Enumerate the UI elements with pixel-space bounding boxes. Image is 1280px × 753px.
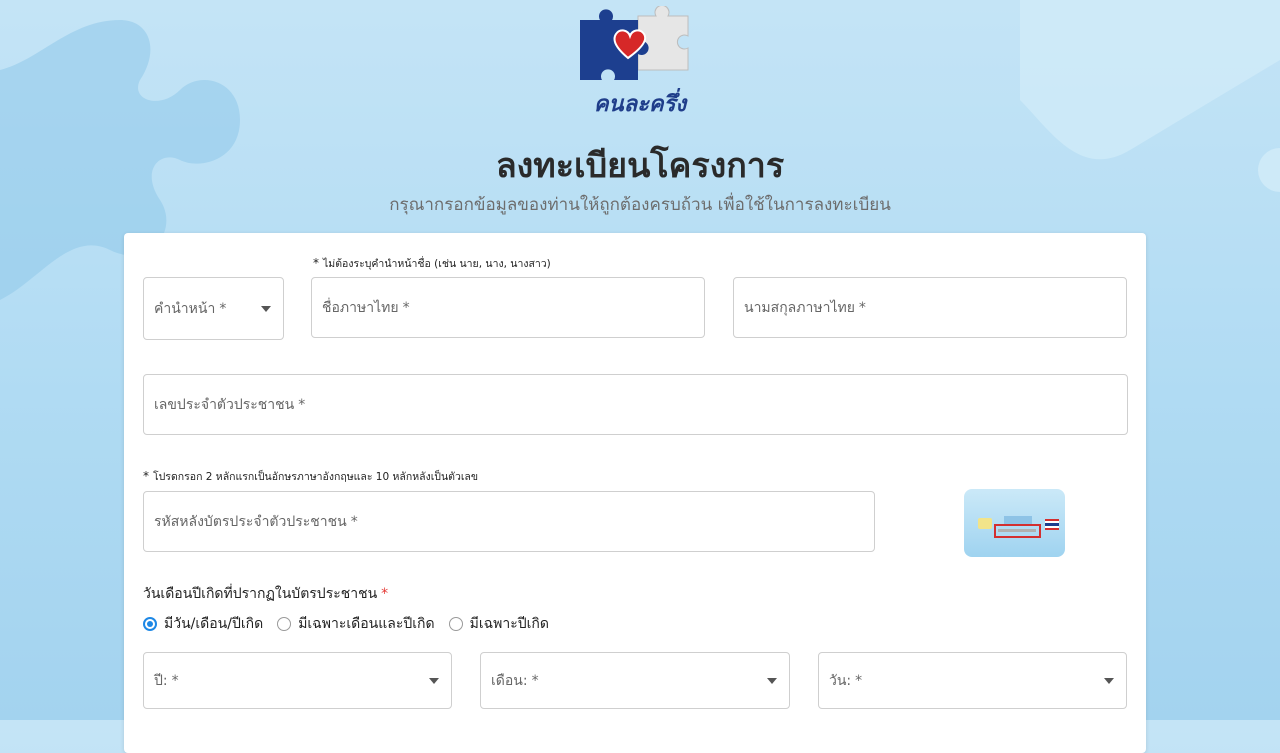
- chevron-down-icon: [767, 677, 777, 684]
- dob-option-label: มีเฉพาะเดือนและปีเกิด: [298, 616, 435, 632]
- chevron-down-icon: [1104, 677, 1114, 684]
- day-select[interactable]: วัน: *: [818, 652, 1127, 709]
- id-card-back-icon: [978, 516, 1059, 538]
- year-label: ปี:: [154, 672, 168, 689]
- year-required: *: [171, 672, 179, 689]
- citizen-id-input[interactable]: เลขประจำตัวประชาชน *: [143, 374, 1128, 435]
- puzzle-heart-logo-icon: [580, 6, 689, 81]
- first-name-required: *: [402, 299, 410, 316]
- registration-form-card: * ไม่ต้องระบุคำนำหน้าชื่อ (เช่น นาย, นาง,…: [124, 233, 1146, 753]
- month-required: *: [531, 672, 539, 689]
- first-name-label: ชื่อภาษาไทย: [322, 299, 399, 316]
- dob-option-full[interactable]: มีวัน/เดือน/ปีเกิด: [143, 613, 263, 635]
- last-name-label: นามสกุลภาษาไทย: [744, 299, 855, 316]
- dob-option-year-only[interactable]: มีเฉพาะปีเกิด: [448, 613, 549, 635]
- dob-section-text: วันเดือนปีเกิดที่ปรากฏในบัตรประชาชน: [143, 586, 378, 602]
- citizen-id-required: *: [298, 396, 306, 413]
- citizen-id-label: เลขประจำตัวประชาชน: [154, 396, 295, 413]
- prefix-required: *: [219, 300, 227, 317]
- name-hint: * ไม่ต้องระบุคำนำหน้าชื่อ (เช่น นาย, นาง,…: [313, 255, 551, 272]
- month-select[interactable]: เดือน: *: [480, 652, 790, 709]
- page-title: ลงทะเบียนโครงการ: [495, 146, 785, 186]
- hint-star: *: [143, 469, 149, 483]
- radio-unchecked-icon[interactable]: [448, 617, 463, 631]
- last-name-input[interactable]: นามสกุลภาษาไทย *: [733, 277, 1127, 338]
- chevron-down-icon: [429, 677, 439, 684]
- dob-radio-group: มีวัน/เดือน/ปีเกิด มีเฉพาะเดือนและปีเกิด…: [143, 613, 563, 635]
- brand-name: คนละครึ่ง: [593, 92, 687, 117]
- page-subtitle: กรุณากรอกข้อมูลของท่านให้ถูกต้องครบถ้วน …: [389, 195, 891, 215]
- dob-option-label: มีเฉพาะปีเกิด: [469, 616, 549, 632]
- dob-option-month-year[interactable]: มีเฉพาะเดือนและปีเกิด: [277, 613, 435, 635]
- year-select[interactable]: ปี: *: [143, 652, 452, 709]
- month-label: เดือน:: [491, 672, 528, 689]
- dob-section-label: วันเดือนปีเกิดที่ปรากฏในบัตรประชาชน *: [143, 583, 388, 605]
- laser-hint-text: โปรดกรอก 2 หลักแรกเป็นอักษรภาษาอังกฤษและ…: [153, 471, 479, 483]
- radio-checked-icon[interactable]: [143, 617, 157, 631]
- day-label: วัน:: [829, 672, 852, 689]
- last-name-required: *: [858, 299, 866, 316]
- radio-unchecked-icon[interactable]: [277, 617, 292, 631]
- name-hint-text: ไม่ต้องระบุคำนำหน้าชื่อ (เช่น นาย, นาง, …: [323, 258, 551, 270]
- prefix-label: คำนำหน้า: [154, 300, 216, 317]
- laser-code-required: *: [350, 513, 358, 530]
- laser-code-label: รหัสหลังบัตรประจำตัวประชาชน: [154, 513, 347, 530]
- prefix-select[interactable]: คำนำหน้า *: [143, 277, 284, 340]
- first-name-input[interactable]: ชื่อภาษาไทย *: [311, 277, 705, 338]
- id-card-back-image: [964, 489, 1065, 557]
- laser-code-hint: * โปรดกรอก 2 หลักแรกเป็นอักษรภาษาอังกฤษแล…: [143, 468, 478, 485]
- laser-code-input[interactable]: รหัสหลังบัตรประจำตัวประชาชน *: [143, 491, 875, 552]
- day-required: *: [855, 672, 863, 689]
- dob-required-star: *: [381, 586, 389, 602]
- dob-option-label: มีวัน/เดือน/ปีเกิด: [164, 616, 264, 632]
- hint-star: *: [313, 256, 319, 270]
- chevron-down-icon: [261, 305, 271, 312]
